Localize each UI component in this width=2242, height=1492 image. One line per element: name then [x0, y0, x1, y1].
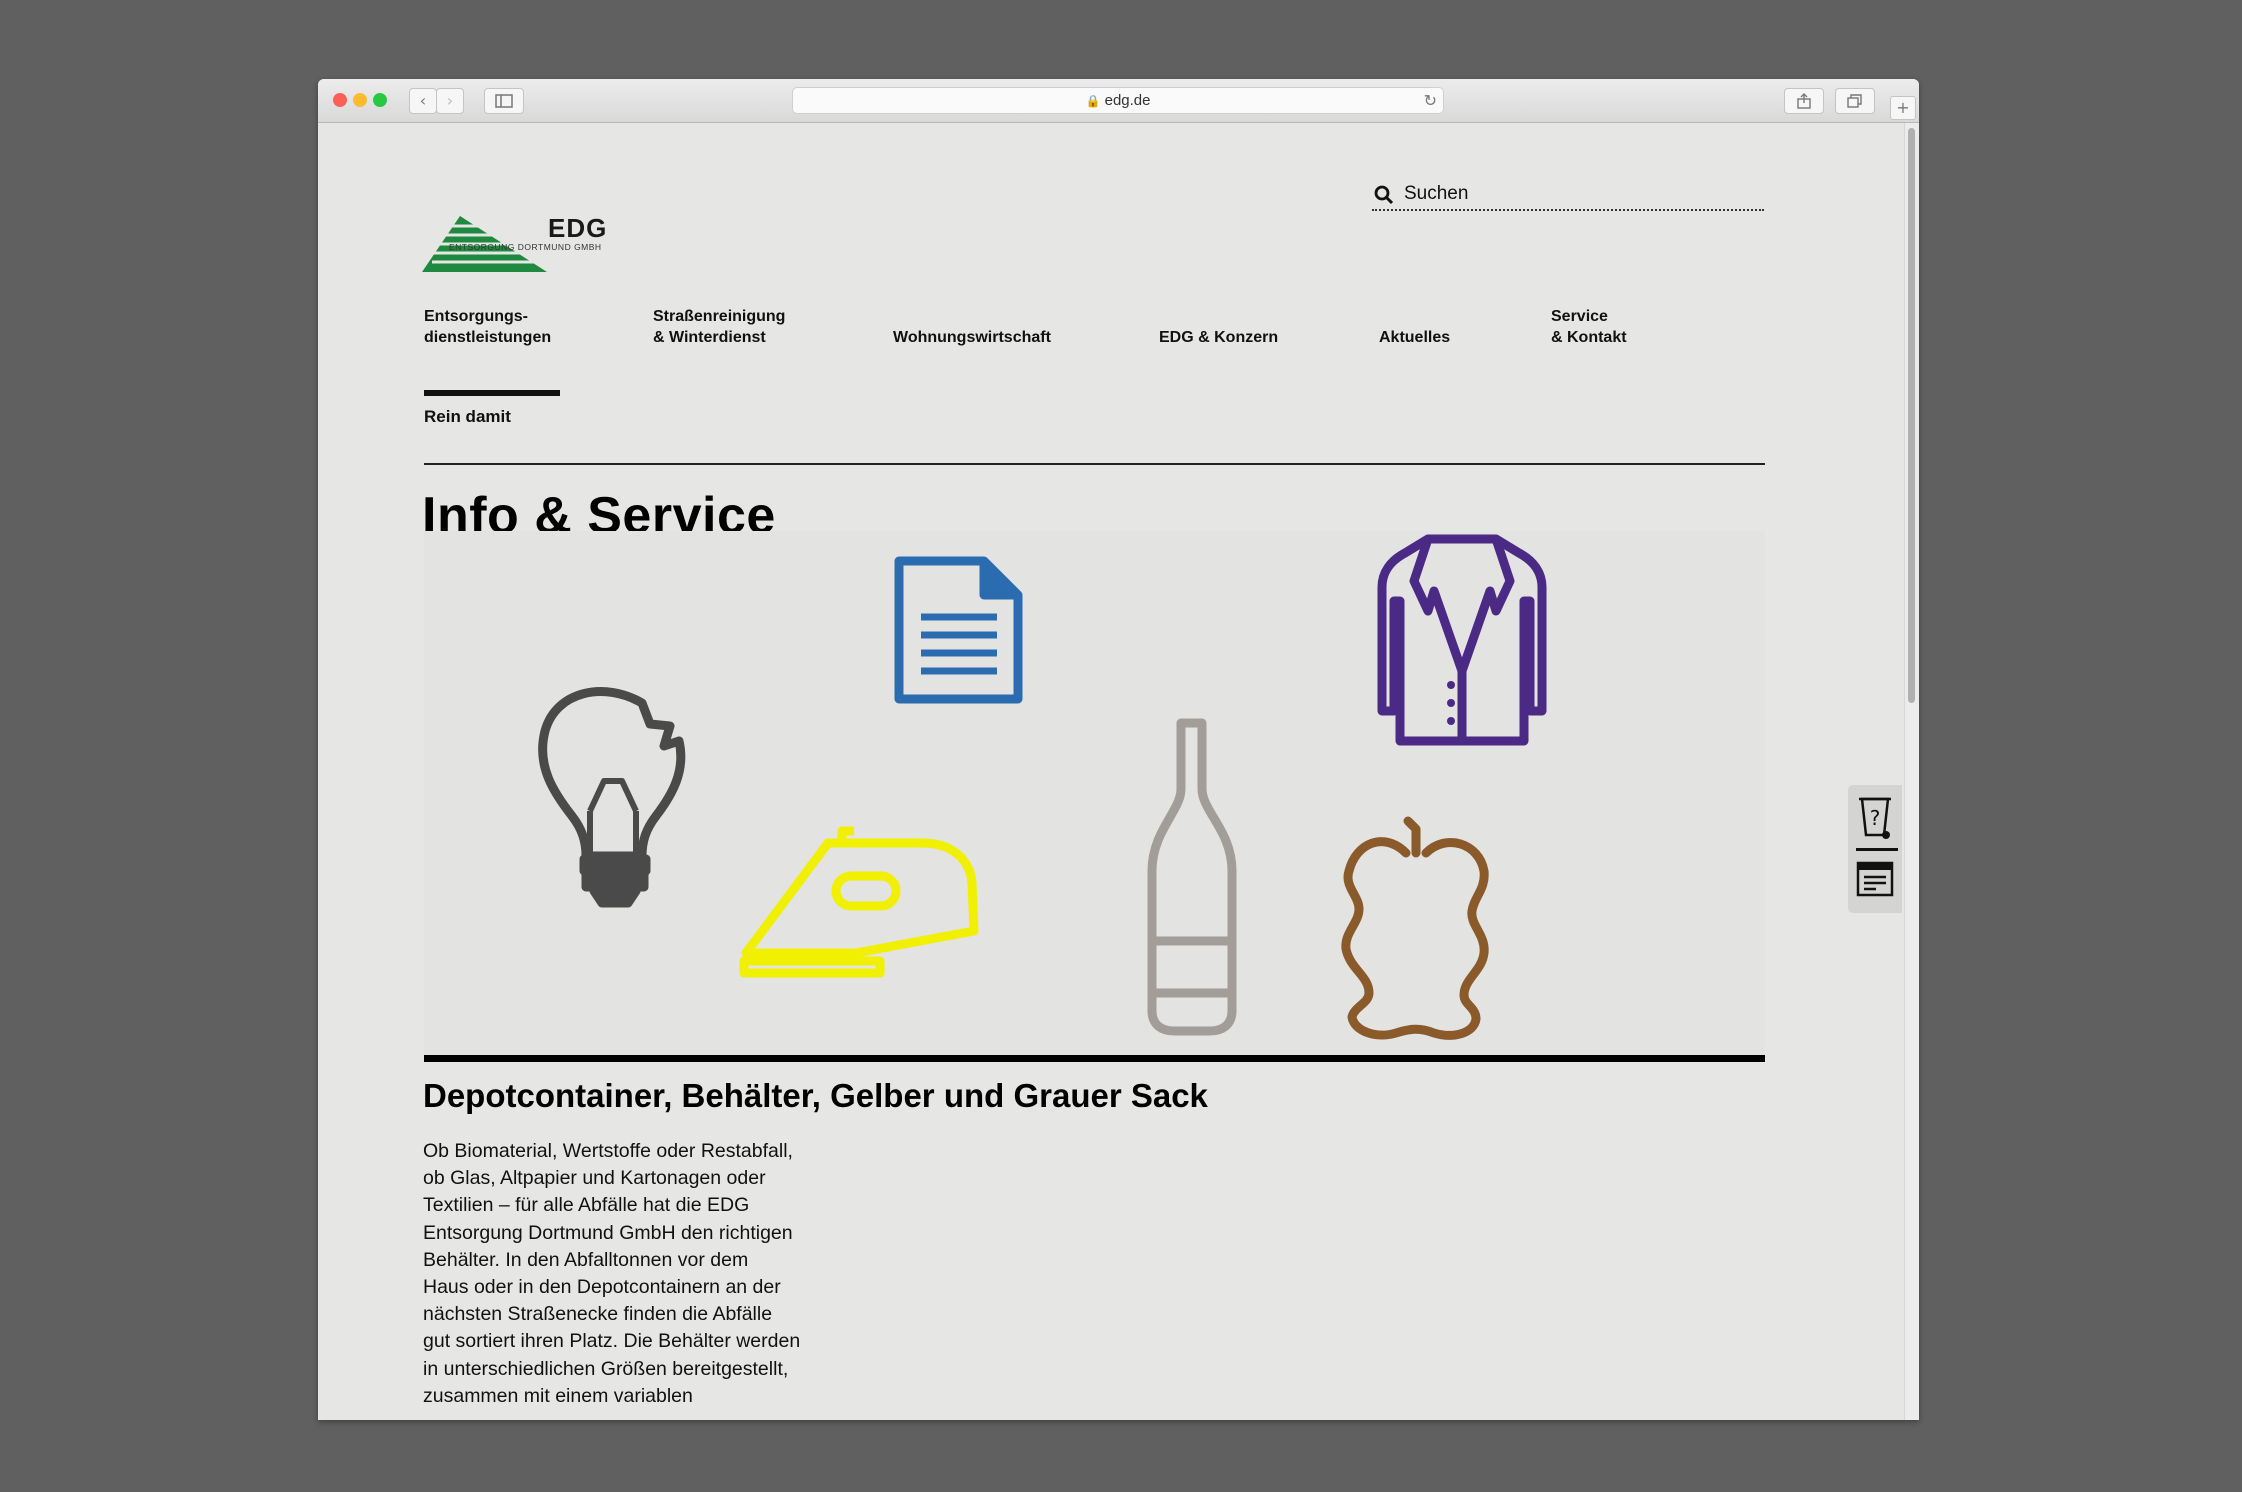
back-button[interactable]: ‹ — [409, 88, 437, 114]
minimize-window-button[interactable] — [353, 93, 367, 107]
browser-window: ‹ › 🔒 edg.de ↻ + EDG ENTSORGUNG DORTMUND… — [318, 79, 1919, 1420]
nav-label-line2: & Winterdienst — [653, 329, 766, 346]
forward-button[interactable]: › — [436, 88, 464, 114]
nav-item-wohnungswirtschaft[interactable]: Wohnungswirtschaft — [893, 327, 1051, 348]
body-line: in unterschiedlichen Größen bereitgestel… — [423, 1357, 789, 1380]
lightbulb-icon — [538, 687, 686, 908]
nav-label-line1: Entsorgungs- — [424, 308, 528, 325]
side-toolbar-divider — [1856, 848, 1898, 851]
body-line: gut sortiert ihren Platz. Die Behälter w… — [423, 1330, 801, 1353]
close-window-button[interactable] — [333, 93, 347, 107]
nav-label: Wohnungswirtschaft — [893, 329, 1051, 346]
body-line: Haus oder in den Depotcontainern an der — [423, 1276, 781, 1299]
browser-toolbar: ‹ › 🔒 edg.de ↻ + — [318, 79, 1919, 123]
nav-item-entsorgungsdienstleistungen[interactable]: Entsorgungs- dienstleistungen — [424, 306, 551, 348]
body-line: Entsorgung Dortmund GmbH den richtigen — [423, 1221, 793, 1244]
nav-active-indicator — [424, 390, 560, 396]
breadcrumb-divider — [424, 463, 1765, 465]
search-field[interactable]: Suchen — [1372, 177, 1764, 211]
new-tab-button[interactable]: + — [1890, 96, 1916, 120]
tabs-overview-button[interactable] — [1835, 88, 1875, 114]
calendar-list-icon[interactable] — [1856, 861, 1894, 899]
breadcrumb[interactable]: Rein damit — [424, 407, 511, 427]
url-text: edg.de — [1104, 92, 1151, 109]
chevron-left-icon: ‹ — [419, 91, 427, 110]
lock-icon: 🔒 — [1085, 94, 1101, 108]
body-line: ob Glas, Altpapier und Kartonagen oder — [423, 1167, 766, 1190]
section-divider — [424, 1055, 1765, 1062]
reload-icon[interactable]: ↻ — [1424, 88, 1437, 113]
hero-svg — [538, 534, 1547, 1040]
body-line: zusammen mit einem variablen — [423, 1384, 693, 1407]
page-scrollbar[interactable] — [1904, 123, 1919, 1420]
scrollbar-thumb[interactable] — [1908, 128, 1915, 703]
sidebar-toggle-button[interactable] — [484, 88, 524, 114]
nav-label: EDG & Konzern — [1159, 329, 1279, 346]
iron-icon — [739, 826, 979, 978]
body-line: nächsten Straßenecke finden die Abfälle — [423, 1303, 773, 1326]
plus-icon: + — [1896, 98, 1910, 117]
nav-item-edg-konzern[interactable]: EDG & Konzern — [1159, 327, 1278, 348]
body-line: Behälter. In den Abfalltonnen vor dem — [423, 1248, 749, 1271]
nav-label-line2: & Kontakt — [1551, 329, 1627, 346]
logo-subtitle: ENTSORGUNG DORTMUND GMBH — [449, 242, 602, 252]
document-icon — [894, 556, 1023, 704]
nav-item-aktuelles[interactable]: Aktuelles — [1379, 327, 1450, 348]
jacket-icon — [1377, 534, 1547, 746]
section-title: Depotcontainer, Behälter, Gelber und Gra… — [423, 1077, 1208, 1114]
nav-item-strassenreinigung[interactable]: Straßenreinigung & Winterdienst — [653, 306, 785, 348]
sidebar-icon — [495, 94, 513, 108]
search-icon — [1374, 185, 1394, 205]
maximize-window-button[interactable] — [373, 93, 387, 107]
nav-item-service-kontakt[interactable]: Service & Kontakt — [1551, 306, 1627, 348]
bottle-icon — [1147, 718, 1237, 1036]
section-body: Ob Biomaterial, Wertstoffe oder Restabfa… — [423, 1138, 843, 1410]
nav-label-line1: Straßenreinigung — [653, 308, 786, 325]
nav-label-line2: dienstleistungen — [424, 329, 552, 346]
logo-wordmark: EDG — [548, 213, 608, 243]
body-line: Ob Biomaterial, Wertstoffe oder Restabfa… — [423, 1140, 793, 1162]
nav-label-line1: Service — [1551, 308, 1608, 325]
hero-illustration — [424, 531, 1765, 1056]
page-content: EDG ENTSORGUNG DORTMUND GMBH Suchen Ents… — [318, 123, 1919, 1420]
address-bar[interactable]: 🔒 edg.de ↻ — [792, 87, 1444, 114]
tabs-icon — [1847, 94, 1862, 108]
side-toolbar: ? — [1848, 785, 1902, 913]
bin-question-icon[interactable]: ? — [1857, 793, 1893, 839]
apple-core-icon — [1341, 816, 1489, 1040]
nav-label: Aktuelles — [1379, 329, 1451, 346]
share-icon — [1797, 93, 1811, 109]
share-button[interactable] — [1784, 88, 1824, 114]
body-line: Textilien – für alle Abfälle hat die EDG — [423, 1194, 750, 1217]
chevron-right-icon: › — [446, 91, 454, 110]
svg-text:?: ? — [1870, 806, 1881, 830]
search-placeholder: Suchen — [1404, 183, 1469, 204]
